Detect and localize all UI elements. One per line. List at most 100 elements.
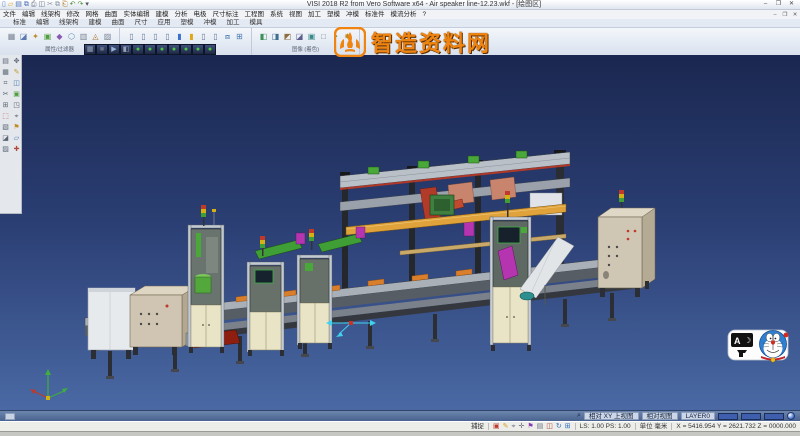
menu-item[interactable]: 网格 (83, 10, 102, 19)
snap-toggle-icon[interactable]: ⚑ (527, 423, 533, 431)
relative-view-selector[interactable]: 相对视图 (642, 412, 678, 420)
menu-item[interactable]: 曲面 (102, 10, 121, 19)
menu-item[interactable]: ? (420, 10, 430, 19)
ribbon-tool-icon[interactable]: ▯ (126, 30, 137, 43)
view-orientation-icon[interactable]: ▦ (84, 44, 96, 55)
ribbon-tool-icon[interactable]: ▯ (150, 30, 161, 43)
ime-toolbar-widget[interactable]: A ☽ (727, 327, 793, 365)
snap-toggle-icon[interactable]: ⊞ (565, 423, 571, 431)
search-icon[interactable]: ⌕ (577, 412, 581, 420)
menu-item[interactable]: 分析 (172, 10, 191, 19)
layer-selector[interactable]: LAYER0 (681, 412, 715, 420)
palette-tool-icon[interactable]: ◪ (0, 133, 11, 144)
palette-tool-icon[interactable]: ▨ (0, 144, 11, 155)
view-orientation-icon[interactable]: ▶ (108, 44, 120, 55)
menu-item[interactable]: 视图 (286, 10, 305, 19)
view-orientation-icon[interactable]: ■ (96, 44, 108, 55)
palette-tool-icon[interactable]: ✂ (0, 89, 11, 100)
titlebar-tool-icon[interactable]: ✂ (47, 1, 53, 9)
ribbon-tool-icon[interactable]: ◪ (18, 30, 29, 43)
ribbon-tool-icon[interactable]: □ (318, 30, 329, 43)
ribbon-tool-icon[interactable]: ◧ (258, 30, 269, 43)
ribbon-tool-icon[interactable]: ⊞ (234, 30, 245, 43)
view-orientation-icon[interactable]: ● (180, 44, 192, 55)
ribbon-tab[interactable]: 加工 (222, 19, 245, 27)
titlebar-tool-icon[interactable]: ⎗ (62, 1, 68, 9)
menu-item[interactable]: 模流分析 (388, 10, 420, 19)
titlebar-tool-icon[interactable]: ◫ (38, 1, 45, 9)
ribbon-tool-icon[interactable]: ▦ (6, 30, 17, 43)
menu-item[interactable]: 工程图 (242, 10, 268, 19)
assistbar-handle[interactable] (5, 413, 15, 420)
palette-tool-icon[interactable]: ▣ (11, 89, 22, 100)
titlebar-tool-icon[interactable]: ▱ (8, 1, 13, 9)
menu-item[interactable]: 尺寸标注 (210, 10, 242, 19)
ribbon-tab[interactable]: 建模 (84, 19, 107, 27)
snap-toggle-icon[interactable]: ✛ (519, 423, 525, 431)
palette-tool-icon[interactable]: ◳ (11, 100, 22, 111)
ribbon-tab[interactable]: 冲模 (199, 19, 222, 27)
menu-item[interactable]: 文件 (0, 10, 19, 19)
titlebar-tool-icon[interactable]: ⧉ (55, 1, 60, 9)
ribbon-tab[interactable]: 尺寸 (130, 19, 153, 27)
snap-toggle-icon[interactable]: ↻ (556, 423, 562, 431)
titlebar-tool-icon[interactable]: ↷ (77, 1, 83, 9)
ribbon-tool-icon[interactable]: ▯ (210, 30, 221, 43)
ribbon-tool-icon[interactable]: ▮ (186, 30, 197, 43)
menu-item[interactable]: 修改 (64, 10, 83, 19)
titlebar-tool-icon[interactable]: ⧉ (24, 1, 29, 9)
ribbon-tool-icon[interactable]: ◔ (330, 30, 341, 43)
ribbon-tool-icon[interactable]: ▮ (174, 30, 185, 43)
ribbon-tool-icon[interactable]: ▯ (138, 30, 149, 43)
titlebar-tool-icon[interactable]: ↶ (70, 1, 76, 9)
menu-item[interactable]: 实体编辑 (121, 10, 153, 19)
palette-tool-icon[interactable]: ⌗ (0, 78, 11, 89)
ribbon-tool-icon[interactable]: ◨ (270, 30, 281, 43)
palette-tool-icon[interactable]: ✚ (11, 144, 22, 155)
menu-item[interactable]: 标准件 (362, 10, 388, 19)
ribbon-tool-icon[interactable]: ⧈ (222, 30, 233, 43)
view-orientation-icon[interactable]: ● (168, 44, 180, 55)
ribbon-tool-icon[interactable]: ◆ (54, 30, 65, 43)
palette-tool-icon[interactable]: ⊞ (0, 100, 11, 111)
palette-tool-icon[interactable]: ▤ (0, 56, 11, 67)
view-orientation-icon[interactable]: ◧ (120, 44, 132, 55)
palette-tool-icon[interactable]: ✎ (11, 67, 22, 78)
mdi-minimize-button[interactable]: – (770, 11, 780, 19)
titlebar-tool-icon[interactable]: ⎙ (31, 1, 37, 9)
mdi-close-button[interactable]: ✕ (790, 11, 800, 19)
palette-tool-icon[interactable]: ✥ (11, 56, 22, 67)
ribbon-tool-icon[interactable]: ▯ (162, 30, 173, 43)
palette-tool-icon[interactable]: ▱ (11, 133, 22, 144)
palette-tool-icon[interactable]: ⬚ (0, 111, 11, 122)
palette-tool-icon[interactable]: ▦ (0, 67, 11, 78)
menu-item[interactable]: 加工 (305, 10, 324, 19)
ribbon-tool-icon[interactable]: ▥ (78, 30, 89, 43)
view-orientation-icon[interactable]: ● (204, 44, 216, 55)
titlebar-tool-icon[interactable]: ▯ (2, 1, 6, 9)
palette-tool-icon[interactable]: ⚑ (11, 122, 22, 133)
close-button[interactable]: ✕ (785, 0, 798, 9)
viewport[interactable]: ▤✥▦✎⌗◫✂▣⊞◳⬚⌖▧⚑◪▱▨✚ A ☽ (0, 55, 800, 410)
color-swatch[interactable] (718, 413, 738, 420)
palette-tool-icon[interactable]: ◫ (11, 78, 22, 89)
snap-toggle-icon[interactable]: ▤ (537, 423, 544, 431)
maximize-button[interactable]: ❐ (772, 0, 785, 9)
view-orientation-icon[interactable]: ● (132, 44, 144, 55)
menu-item[interactable]: 冲模 (343, 10, 362, 19)
minimize-button[interactable]: – (759, 0, 772, 9)
snap-toggle-icon[interactable]: ✎ (503, 423, 509, 431)
ribbon-tab[interactable]: 标准 (8, 19, 31, 27)
titlebar-tool-icon[interactable]: ▤ (15, 1, 22, 9)
menu-item[interactable]: 建模 (153, 10, 172, 19)
snap-toggle-icon[interactable]: ⌖ (512, 423, 516, 431)
color-swatch[interactable] (764, 413, 784, 420)
palette-tool-icon[interactable]: ▧ (0, 122, 11, 133)
snap-toggle-icon[interactable]: ◫ (546, 423, 553, 431)
menu-item[interactable]: 电极 (191, 10, 210, 19)
palette-tool-icon[interactable]: ⌖ (11, 111, 22, 122)
mdi-restore-button[interactable]: ❐ (780, 11, 790, 19)
ribbon-tool-icon[interactable]: ⬡ (66, 30, 77, 43)
ribbon-tab[interactable]: 编辑 (31, 19, 54, 27)
color-swatch[interactable] (741, 413, 761, 420)
